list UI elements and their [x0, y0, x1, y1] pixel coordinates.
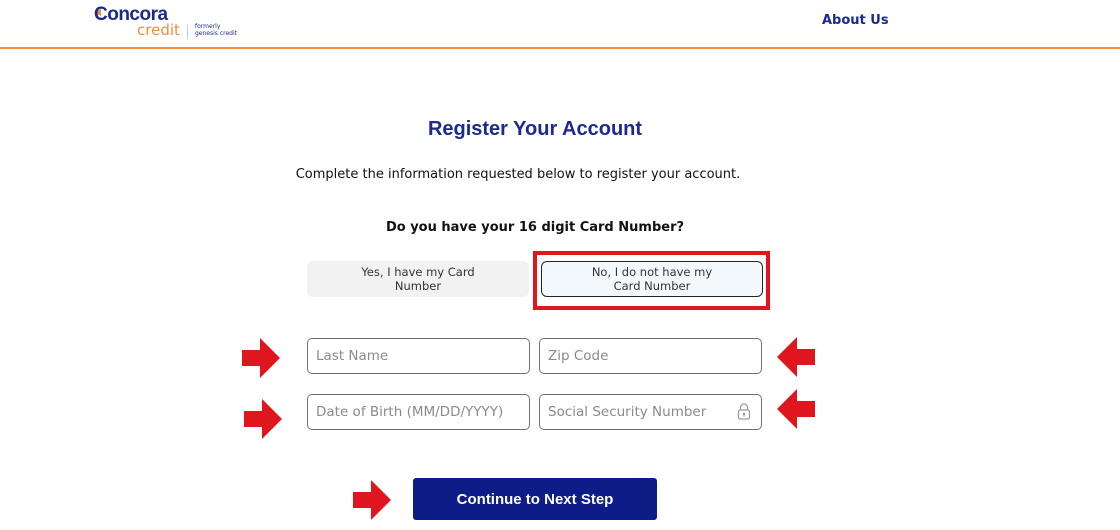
- page-title: Register Your Account: [427, 118, 643, 140]
- card-number-question: Do you have your 16 digit Card Number?: [385, 220, 685, 235]
- page-subtitle: Complete the information requested below…: [295, 167, 741, 182]
- arrow-left-icon: [777, 389, 815, 429]
- nav-about-us-link[interactable]: About Us: [822, 13, 889, 28]
- arrow-right-icon: [353, 480, 391, 520]
- arrow-right-icon: [242, 338, 280, 378]
- logo-sub-text: credit: [137, 21, 180, 39]
- ssn-input[interactable]: [539, 394, 762, 430]
- page: Concora credit formerly genesis credit A…: [0, 0, 1120, 530]
- option-no-card-number[interactable]: No, I do not have my Card Number: [541, 261, 763, 297]
- zip-code-input[interactable]: [539, 338, 762, 374]
- arrow-left-icon: [777, 337, 815, 377]
- concora-credit-logo[interactable]: Concora credit formerly genesis credit: [94, 4, 254, 42]
- logo-divider: [187, 25, 188, 39]
- lock-icon: [737, 403, 751, 420]
- logo-formerly-name: genesis credit: [195, 30, 237, 37]
- continue-button[interactable]: Continue to Next Step: [413, 478, 657, 520]
- logo-formerly-text: formerly genesis credit: [195, 23, 237, 37]
- site-header: Concora credit formerly genesis credit A…: [0, 0, 1120, 49]
- logo-formerly-label: formerly: [195, 23, 221, 30]
- arrow-right-icon: [244, 399, 282, 439]
- date-of-birth-input[interactable]: [307, 394, 530, 430]
- last-name-input[interactable]: [307, 338, 530, 374]
- option-yes-card-number[interactable]: Yes, I have my Card Number: [307, 261, 529, 297]
